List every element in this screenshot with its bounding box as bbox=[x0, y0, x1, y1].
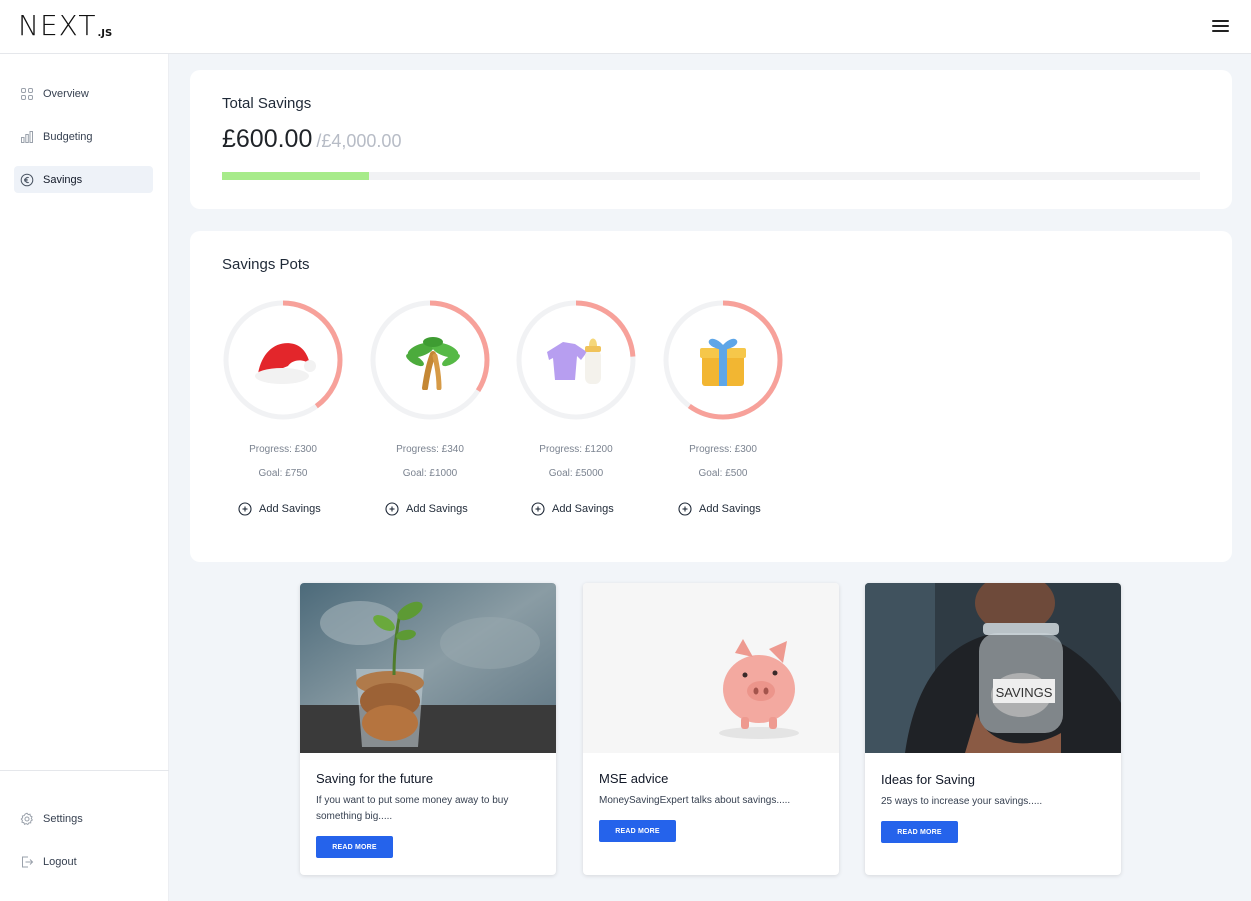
add-savings-label: Add Savings bbox=[406, 503, 468, 515]
goal-amount: /£4,000.00 bbox=[316, 131, 402, 151]
hamburger-menu-icon[interactable] bbox=[1211, 17, 1231, 35]
pot-goal-text: Goal: £5000 bbox=[548, 468, 604, 479]
article-title: Saving for the future bbox=[316, 771, 434, 786]
plus-circle-icon bbox=[238, 502, 252, 516]
grid-icon bbox=[20, 87, 34, 101]
svg-text:SAVINGS: SAVINGS bbox=[996, 685, 1053, 700]
bar-chart-icon bbox=[20, 130, 34, 144]
sidebar-item-label: Overview bbox=[43, 87, 89, 100]
euro-circle-icon bbox=[20, 173, 34, 187]
add-savings-label: Add Savings bbox=[699, 503, 761, 515]
savings-pots-card: Savings Pots Progress: £300 Goal: £750 A… bbox=[190, 231, 1232, 562]
top-header: NEXT .JS bbox=[0, 0, 1251, 54]
pot-goal-text: Goal: £1000 bbox=[402, 468, 458, 479]
logout-icon bbox=[20, 855, 34, 869]
saved-amount: £600.00 bbox=[222, 125, 313, 153]
total-savings-title: Total Savings bbox=[222, 95, 312, 112]
sidebar-item-label: Settings bbox=[43, 812, 83, 825]
add-savings-button[interactable]: Add Savings bbox=[678, 502, 761, 516]
article-card[interactable]: Saving for the future If you want to put… bbox=[300, 583, 556, 875]
pot-goal-text: Goal: £500 bbox=[698, 468, 748, 479]
sidebar-item-label: Logout bbox=[43, 855, 77, 868]
sidebar: Overview Budgeting Savings Settings Logo… bbox=[0, 54, 169, 901]
sidebar-item-label: Budgeting bbox=[43, 130, 93, 143]
article-description: If you want to put some money away to bu… bbox=[316, 795, 509, 822]
savings-jar-hand-image: SAVINGS bbox=[865, 583, 1121, 753]
article-title: MSE advice bbox=[599, 771, 669, 786]
logo-subtext: .JS bbox=[97, 28, 113, 39]
pot-progress-text: Progress: £340 bbox=[396, 444, 464, 455]
read-more-button[interactable]: READ MORE bbox=[316, 836, 393, 858]
pot-progress-text: Progress: £1200 bbox=[539, 444, 613, 455]
sidebar-item-savings[interactable]: Savings bbox=[14, 166, 153, 193]
sidebar-item-overview[interactable]: Overview bbox=[14, 80, 153, 107]
sidebar-item-settings[interactable]: Settings bbox=[14, 805, 153, 832]
read-more-button[interactable]: READ MORE bbox=[599, 820, 676, 842]
nextjs-logo[interactable]: NEXT .JS bbox=[18, 12, 112, 40]
plus-circle-icon bbox=[385, 502, 399, 516]
sidebar-item-logout[interactable]: Logout bbox=[14, 848, 153, 875]
pot-progress-text: Progress: £300 bbox=[249, 444, 317, 455]
add-savings-label: Add Savings bbox=[552, 503, 614, 515]
article-card[interactable]: MSE advice MoneySavingExpert talks about… bbox=[583, 583, 839, 875]
gear-icon bbox=[20, 812, 34, 826]
sidebar-divider bbox=[0, 770, 169, 771]
gift-icon bbox=[662, 299, 784, 421]
logo-text: NEXT bbox=[18, 9, 97, 42]
piggy-bank-image bbox=[583, 583, 839, 753]
total-savings-progress-fill bbox=[222, 172, 369, 180]
plus-circle-icon bbox=[678, 502, 692, 516]
palm-tree-icon bbox=[369, 299, 491, 421]
pot-goal-text: Goal: £750 bbox=[258, 468, 308, 479]
savings-pots-title: Savings Pots bbox=[222, 256, 310, 273]
read-more-button[interactable]: READ MORE bbox=[881, 821, 958, 843]
add-savings-button[interactable]: Add Savings bbox=[531, 502, 614, 516]
total-savings-progress-bar bbox=[222, 172, 1200, 180]
pot-progress-text: Progress: £300 bbox=[689, 444, 757, 455]
plus-circle-icon bbox=[531, 502, 545, 516]
article-card[interactable]: SAVINGS Ideas for Saving 25 ways to incr… bbox=[865, 583, 1121, 875]
baby-items-icon bbox=[515, 299, 637, 421]
article-title: Ideas for Saving bbox=[881, 772, 975, 787]
add-savings-button[interactable]: Add Savings bbox=[385, 502, 468, 516]
article-description: 25 ways to increase your savings..... bbox=[881, 796, 1043, 807]
sidebar-item-label: Savings bbox=[43, 173, 83, 186]
sidebar-item-budgeting[interactable]: Budgeting bbox=[14, 123, 153, 150]
total-savings-amount: £600.00 /£4,000.00 bbox=[222, 125, 401, 154]
add-savings-label: Add Savings bbox=[259, 503, 321, 515]
article-description: MoneySavingExpert talks about savings...… bbox=[599, 795, 791, 806]
santa-hat-icon bbox=[222, 299, 344, 421]
add-savings-button[interactable]: Add Savings bbox=[238, 502, 321, 516]
coins-plant-jar-image bbox=[300, 583, 556, 753]
total-savings-card: Total Savings £600.00 /£4,000.00 bbox=[190, 70, 1232, 209]
